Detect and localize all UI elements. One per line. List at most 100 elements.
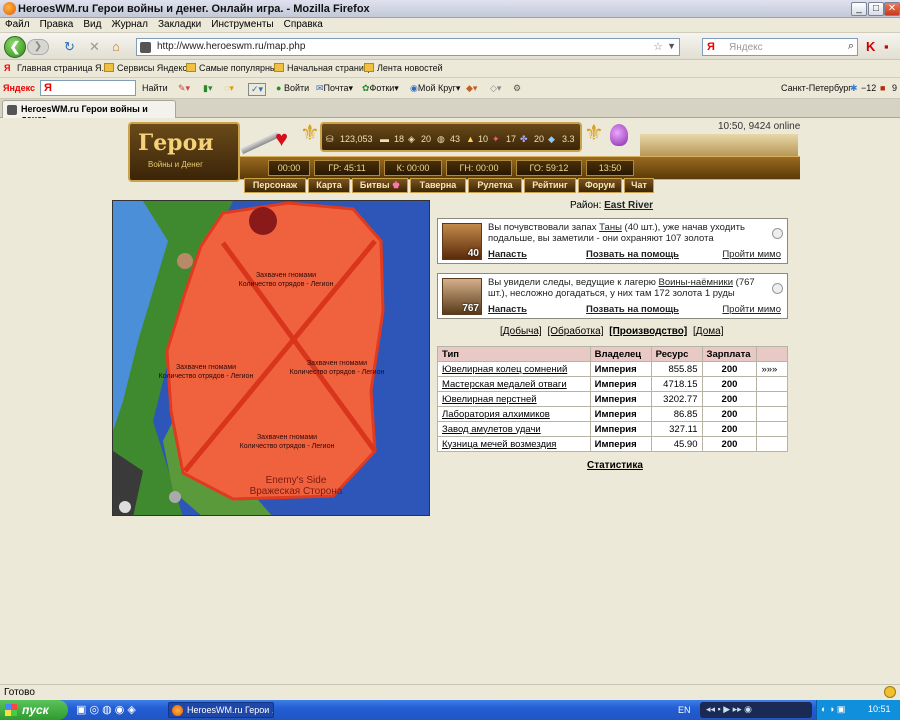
building-owner: Империя	[589, 436, 652, 452]
call-help-link-2[interactable]: Позвать на помощь	[586, 304, 679, 315]
region-link[interactable]: East River	[604, 200, 653, 211]
creature-link-2[interactable]: Воины-наёмники	[659, 277, 734, 288]
taskbar-item-firefox[interactable]: HeroesWM.ru Герои ...	[168, 702, 274, 718]
mail-button[interactable]: ✉Почта▾	[316, 83, 353, 94]
media-controls-icon[interactable]: ◂◂ ▪ ▶ ▸▸ ◉	[706, 704, 752, 715]
search-box[interactable]: Я Яндекс ⌕	[702, 38, 858, 56]
pencil-icon[interactable]: ✎▾	[178, 83, 190, 94]
attack-link-2[interactable]: Напасть	[488, 304, 527, 315]
building-link[interactable]: Ювелирная колец сомнений	[437, 361, 591, 377]
settings-gear-icon[interactable]: ⚙	[513, 83, 521, 94]
stop-icon[interactable]: ✕	[89, 39, 100, 55]
filter-houses[interactable]: [Дома]	[693, 326, 723, 337]
attack-link-1[interactable]: Напасть	[488, 249, 527, 260]
building-link[interactable]: Мастерская медалей отваги	[437, 376, 591, 392]
game-logo[interactable]: Герои Войны и Денег	[128, 122, 240, 182]
media-player-bar[interactable]: ◂◂ ▪ ▶ ▸▸ ◉	[700, 702, 812, 718]
building-enter-link[interactable]: »»»	[756, 361, 788, 377]
building-resource: 4718.15	[650, 376, 703, 392]
menu-battles[interactable]: Битвы ♚	[352, 178, 408, 193]
menu-bookmarks[interactable]: Закладки	[153, 18, 206, 31]
tab-heroeswm[interactable]: HeroesWM.ru Герои войны и денег. ...	[2, 100, 176, 124]
language-indicator[interactable]: EN	[678, 705, 691, 715]
statistics-link[interactable]: Статистика	[587, 460, 643, 471]
filter-processing[interactable]: [Обработка]	[547, 326, 603, 337]
menu-roulette[interactable]: Рулетка	[468, 178, 522, 193]
window-titlebar[interactable]: HeroesWM.ru Герои войны и денег. Онлайн …	[0, 0, 900, 18]
back-button[interactable]: ❮	[4, 36, 26, 58]
search-input[interactable]: Яндекс	[729, 42, 763, 53]
pass-by-link-2[interactable]: Пройти мимо	[722, 304, 781, 315]
yandex-toolbar-logo[interactable]: Яндекс	[3, 83, 35, 93]
url-bar[interactable]: http://www.heroeswm.ru/map.php ☆ ▼	[136, 38, 680, 56]
map-sector-north[interactable]: Захвачен гномами Количество отрядов - Лег…	[231, 271, 341, 289]
reload-icon[interactable]: ↻	[64, 39, 75, 55]
windows-logo-icon	[5, 704, 17, 716]
building-owner: Империя	[589, 376, 652, 392]
check-icon[interactable]: ✓▾	[248, 83, 267, 96]
building-link[interactable]: Завод амулетов удачи	[437, 421, 591, 437]
start-button[interactable]: пуск	[0, 700, 68, 720]
smiley-icon[interactable]	[884, 686, 896, 698]
bookmark-star-icon[interactable]: ☆	[653, 40, 663, 53]
money-icon[interactable]: ◇▾	[490, 83, 501, 94]
forward-button[interactable]: ❯	[27, 39, 49, 55]
map-sector-east[interactable]: Захвачен гномами Количество отрядов - Лег…	[277, 359, 397, 377]
yandex-logo-icon: Я	[707, 41, 715, 53]
menu-history[interactable]: Журнал	[106, 18, 153, 31]
weather-temp: −12	[861, 83, 877, 93]
menu-tavern[interactable]: Таверна	[410, 178, 466, 193]
world-map[interactable]: Захвачен гномами Количество отрядов - Лег…	[112, 200, 430, 516]
filter-production[interactable]: [Производство]	[609, 326, 687, 337]
menu-edit[interactable]: Правка	[35, 18, 79, 31]
call-help-link-1[interactable]: Позвать на помощь	[586, 249, 679, 260]
weather-city[interactable]: Санкт-Петербург	[781, 83, 852, 93]
minimize-button[interactable]: _	[851, 2, 867, 16]
menu-map[interactable]: Карта	[308, 178, 350, 193]
wood-value: 18	[394, 134, 405, 144]
tray-icons[interactable]: ◐ ◑ ▣	[821, 704, 845, 715]
url-dropdown-icon[interactable]: ▼	[667, 41, 676, 51]
chart-icon[interactable]: ▮▾	[203, 83, 212, 94]
building-link[interactable]: Лаборатория алхимиков	[437, 406, 591, 422]
creature-link-1[interactable]: Таны	[599, 222, 622, 233]
menu-file[interactable]: Файл	[0, 18, 35, 31]
home-icon[interactable]: ⌂	[112, 39, 120, 54]
addon-icon-2[interactable]: ▪	[884, 39, 889, 54]
filter-mining[interactable]: [Добыча]	[500, 326, 542, 337]
building-resource: 45.90	[650, 436, 703, 452]
event-radio-2[interactable]	[772, 283, 783, 294]
bookmark-yandex-services[interactable]: Сервисы Яндекса	[104, 63, 192, 73]
menu-rating[interactable]: Рейтинг	[524, 178, 576, 193]
menu-help[interactable]: Справка	[279, 18, 328, 31]
search-icon[interactable]: ⌕	[848, 40, 854, 53]
menu-forum[interactable]: Форум	[578, 178, 622, 193]
bookmark-news-feed[interactable]: Лента новостей	[364, 63, 443, 73]
map-sector-south[interactable]: Захвачен гномами Количество отрядов - Лег…	[227, 433, 347, 451]
menu-tools[interactable]: Инструменты	[206, 18, 278, 31]
event-radio-1[interactable]	[772, 228, 783, 239]
maximize-button[interactable]: □	[868, 2, 884, 16]
bookmark-yandex-home[interactable]: Главная страница Я...	[17, 63, 109, 73]
chat-icon[interactable]: ◌▾	[224, 83, 234, 94]
menu-character[interactable]: Персонаж	[244, 178, 306, 193]
map-sector-west[interactable]: Захвачен гномами Количество отрядов - Лег…	[151, 363, 261, 381]
quicklaunch-icons[interactable]: ▣ ◎ ◍ ◉ ◈	[76, 703, 136, 716]
market-icon[interactable]: ◆▾	[466, 83, 477, 94]
close-button[interactable]: ✕	[884, 2, 900, 16]
menu-view[interactable]: Вид	[78, 18, 106, 31]
addon-icon[interactable]: K	[866, 39, 875, 54]
building-link[interactable]: Кузница мечей возмездия	[437, 436, 591, 452]
menu-chat[interactable]: Чат	[624, 178, 654, 193]
mycircle-button[interactable]: ◉Мой Круг▾	[410, 83, 460, 94]
bookmark-start-page[interactable]: Начальная страница	[274, 63, 374, 73]
photos-button[interactable]: ✿Фотки▾	[362, 83, 399, 94]
building-link[interactable]: Ювелирная перстней	[437, 391, 591, 407]
bookmark-popular[interactable]: Самые популярные	[186, 63, 281, 73]
login-button[interactable]: ● Войти	[276, 83, 309, 93]
yandex-find-button[interactable]: Найти	[142, 83, 168, 93]
diamond-icon: ◆	[548, 134, 555, 144]
taskbar-clock[interactable]: 10:51	[868, 704, 891, 714]
pass-by-link-1[interactable]: Пройти мимо	[722, 249, 781, 260]
yandex-search-input[interactable]: Я	[40, 80, 136, 96]
